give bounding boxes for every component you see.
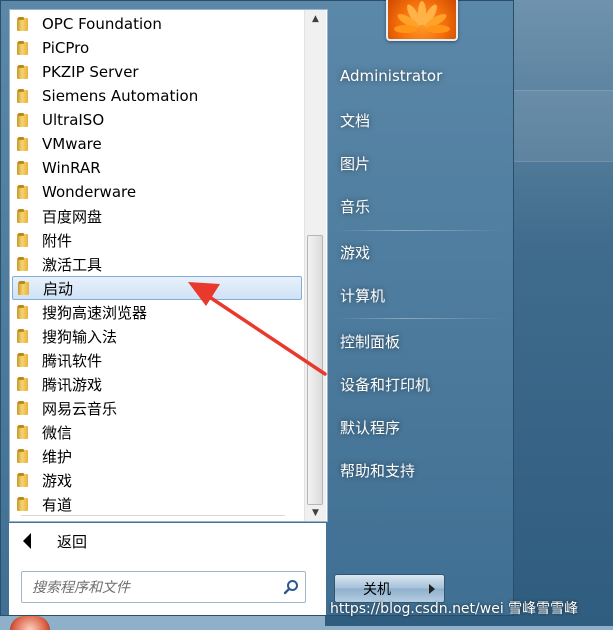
watermark: https://blog.csdn.net/wei 雪峰雪雪峰 <box>330 598 578 618</box>
devices-printers-link[interactable]: 设备和打印机 <box>340 374 430 395</box>
divider <box>21 515 285 516</box>
back-button[interactable]: 返回 <box>9 523 326 559</box>
program-folder-winrar[interactable]: WinRAR <box>12 156 302 180</box>
folder-icon <box>16 496 30 512</box>
scroll-down-icon[interactable]: ▼ <box>305 504 326 521</box>
folder-icon <box>16 424 30 440</box>
folder-icon <box>17 280 31 296</box>
program-folder-youdao[interactable]: 有道 <box>12 492 302 516</box>
program-label: PiCPro <box>42 39 90 57</box>
all-programs-pane: OPC Foundation PiCPro PKZIP Server Sieme… <box>9 9 328 522</box>
folder-icon <box>16 304 30 320</box>
folder-icon <box>16 88 30 104</box>
pictures-link[interactable]: 图片 <box>340 153 370 174</box>
program-label: 附件 <box>42 231 73 250</box>
program-label: 有道 <box>42 495 73 514</box>
scroll-up-icon[interactable]: ▲ <box>305 10 326 27</box>
folder-icon <box>16 40 30 56</box>
search-area <box>9 559 326 615</box>
folder-icon <box>16 160 30 176</box>
program-folder-games[interactable]: 游戏 <box>12 468 302 492</box>
program-folder-ultraiso[interactable]: UltraISO <box>12 108 302 132</box>
programs-scrollbar[interactable]: ▲ ▼ <box>304 10 326 521</box>
program-label: 启动 <box>43 279 74 298</box>
program-folder-accessories[interactable]: 附件 <box>12 228 302 252</box>
control-panel-link[interactable]: 控制面板 <box>340 331 400 352</box>
program-label: UltraISO <box>42 111 105 129</box>
program-label: 微信 <box>42 423 73 442</box>
program-label: Siemens Automation <box>42 87 199 105</box>
folder-icon <box>16 136 30 152</box>
program-label: 腾讯软件 <box>42 351 103 370</box>
program-label: 网易云音乐 <box>42 399 118 418</box>
program-folder-pkzip-server[interactable]: PKZIP Server <box>12 60 302 84</box>
folder-icon <box>16 256 30 272</box>
program-label: OPC Foundation <box>42 15 162 33</box>
program-label: 搜狗高速浏览器 <box>42 303 148 322</box>
program-folder-baidu-netdisk[interactable]: 百度网盘 <box>12 204 302 228</box>
folder-icon <box>16 472 30 488</box>
folder-icon <box>16 208 30 224</box>
games-link[interactable]: 游戏 <box>340 242 370 263</box>
program-folder-siemens-automation[interactable]: Siemens Automation <box>12 84 302 108</box>
folder-icon <box>16 328 30 344</box>
program-folder-wonderware[interactable]: Wonderware <box>12 180 302 204</box>
program-label: 腾讯游戏 <box>42 375 103 394</box>
documents-link[interactable]: 文档 <box>340 110 370 131</box>
chevron-right-icon <box>428 583 435 594</box>
watermark-url: https://blog.csdn.net/wei <box>330 601 504 617</box>
programs-list: OPC Foundation PiCPro PKZIP Server Sieme… <box>10 10 302 521</box>
user-picture[interactable] <box>386 0 458 41</box>
computer-link[interactable]: 计算机 <box>340 285 385 306</box>
folder-icon <box>16 376 30 392</box>
program-label: PKZIP Server <box>42 63 139 81</box>
program-folder-picpro[interactable]: PiCPro <box>12 36 302 60</box>
folder-icon <box>16 112 30 128</box>
program-folder-netease-music[interactable]: 网易云音乐 <box>12 396 302 420</box>
folder-icon <box>16 352 30 368</box>
program-folder-wechat[interactable]: 微信 <box>12 420 302 444</box>
flower-icon <box>394 1 450 33</box>
watermark-name: 雪峰雪雪峰 <box>508 601 579 617</box>
program-label: 维护 <box>42 447 73 466</box>
program-label: VMware <box>42 135 102 153</box>
music-link[interactable]: 音乐 <box>340 196 370 217</box>
program-label: 搜狗输入法 <box>42 327 118 346</box>
default-programs-link[interactable]: 默认程序 <box>340 417 400 438</box>
program-label: 百度网盘 <box>42 207 103 226</box>
start-orb-icon[interactable] <box>10 616 50 630</box>
user-name-link[interactable]: Administrator <box>340 67 442 85</box>
search-icon[interactable] <box>283 579 299 595</box>
red-arrow-annotation <box>188 282 327 376</box>
program-folder-maintenance[interactable]: 维护 <box>12 444 302 468</box>
folder-icon <box>16 64 30 80</box>
search-input[interactable] <box>22 572 288 604</box>
search-box[interactable] <box>21 571 306 604</box>
divider <box>336 318 506 319</box>
program-label: WinRAR <box>42 159 101 177</box>
folder-icon <box>16 16 30 32</box>
program-folder-opc-foundation[interactable]: OPC Foundation <box>12 12 302 36</box>
back-arrow-icon <box>23 533 31 549</box>
program-label: 游戏 <box>42 471 73 490</box>
folder-icon <box>16 184 30 200</box>
folder-icon <box>16 232 30 248</box>
folder-icon <box>16 400 30 416</box>
folder-icon <box>16 448 30 464</box>
back-label: 返回 <box>57 532 88 551</box>
help-support-link[interactable]: 帮助和支持 <box>340 460 415 481</box>
program-folder-vmware[interactable]: VMware <box>12 132 302 156</box>
program-label: Wonderware <box>42 183 137 201</box>
program-label: 激活工具 <box>42 255 103 274</box>
right-pane: Administrator 文档 图片 音乐 游戏 计算机 控制面板 设备和打印… <box>326 0 513 615</box>
divider <box>336 230 506 231</box>
